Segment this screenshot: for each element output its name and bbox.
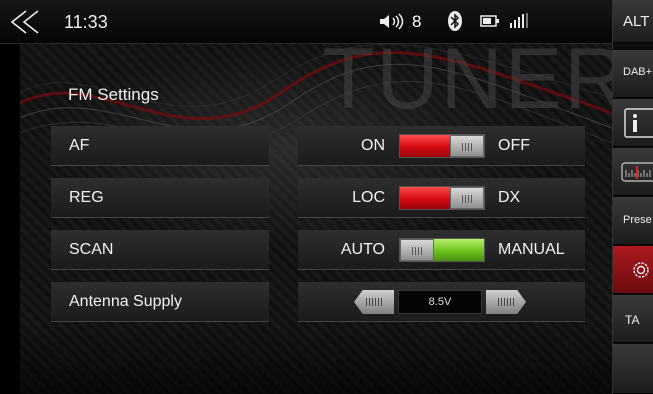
alt-label: ALT: [623, 13, 650, 30]
antenna-supply-label: Antenna Supply: [69, 293, 182, 310]
af-toggle-knob[interactable]: [450, 135, 484, 157]
scan-manual-option[interactable]: MANUAL: [498, 241, 565, 259]
tuner-watermark: TUNER: [322, 31, 629, 127]
antenna-row-label-box: Antenna Supply: [51, 282, 269, 322]
reg-toggle-fill: [400, 187, 452, 209]
presets-label: Prese: [623, 214, 652, 226]
volume-level: 8: [412, 12, 422, 31]
reg-toggle[interactable]: [399, 186, 485, 210]
af-control: ON OFF: [298, 126, 585, 166]
signal-icon: [510, 13, 528, 28]
reg-row-label-box: REG: [51, 178, 269, 218]
side-panel: ALT DAB+ Prese TA: [612, 0, 653, 394]
left-edge: [0, 43, 20, 394]
antenna-voltage-stepper: 8.5V: [354, 290, 526, 314]
dab-button[interactable]: DAB+: [613, 50, 653, 98]
af-off-option[interactable]: OFF: [498, 137, 530, 155]
frequency-scale-icon: [621, 162, 653, 182]
status-bar: 11:33 8: [0, 0, 612, 44]
af-label: AF: [69, 137, 90, 154]
increase-voltage-button[interactable]: [486, 290, 526, 314]
antenna-voltage-value: 8.5V: [398, 290, 482, 314]
scan-control: AUTO MANUAL: [298, 230, 585, 270]
af-row-label-box: AF: [51, 126, 269, 166]
info-icon: [624, 108, 653, 138]
scan-label: SCAN: [69, 241, 114, 258]
speaker-icon: [380, 13, 404, 30]
settings-button[interactable]: [613, 246, 653, 294]
decrease-voltage-button[interactable]: [354, 290, 394, 314]
info-button[interactable]: [613, 99, 653, 147]
side-empty-slot: [613, 344, 653, 394]
af-toggle[interactable]: [399, 134, 485, 158]
af-toggle-fill: [400, 135, 452, 157]
ta-button[interactable]: TA: [613, 295, 653, 343]
scan-auto-option[interactable]: AUTO: [341, 241, 385, 259]
reg-loc-option[interactable]: LOC: [352, 189, 385, 207]
dab-label: DAB+: [623, 66, 653, 78]
page-title: FM Settings: [68, 85, 159, 104]
reg-dx-option[interactable]: DX: [498, 189, 520, 207]
scan-toggle-fill: [432, 239, 484, 261]
tuner-settings-screen: TUNER 11:33 8 FM Settings AF ON OFF REG …: [0, 0, 653, 394]
presets-button[interactable]: Prese: [613, 197, 653, 245]
scan-toggle-knob[interactable]: [400, 239, 434, 261]
settings-gear-icon: [633, 262, 649, 278]
reg-label: REG: [69, 189, 104, 206]
clock: 11:33: [64, 12, 108, 32]
scan-toggle[interactable]: [399, 238, 485, 262]
reg-toggle-knob[interactable]: [450, 187, 484, 209]
ta-label: TA: [625, 313, 640, 327]
bluetooth-icon: [448, 11, 462, 31]
af-on-option[interactable]: ON: [361, 137, 385, 155]
scan-row-label-box: SCAN: [51, 230, 269, 270]
antenna-control: 8.5V: [298, 282, 585, 322]
frequency-scale-button[interactable]: [613, 148, 653, 196]
alt-button[interactable]: ALT: [613, 0, 653, 43]
reg-control: LOC DX: [298, 178, 585, 218]
battery-icon: [480, 15, 499, 27]
back-chevron-icon[interactable]: [6, 9, 44, 35]
